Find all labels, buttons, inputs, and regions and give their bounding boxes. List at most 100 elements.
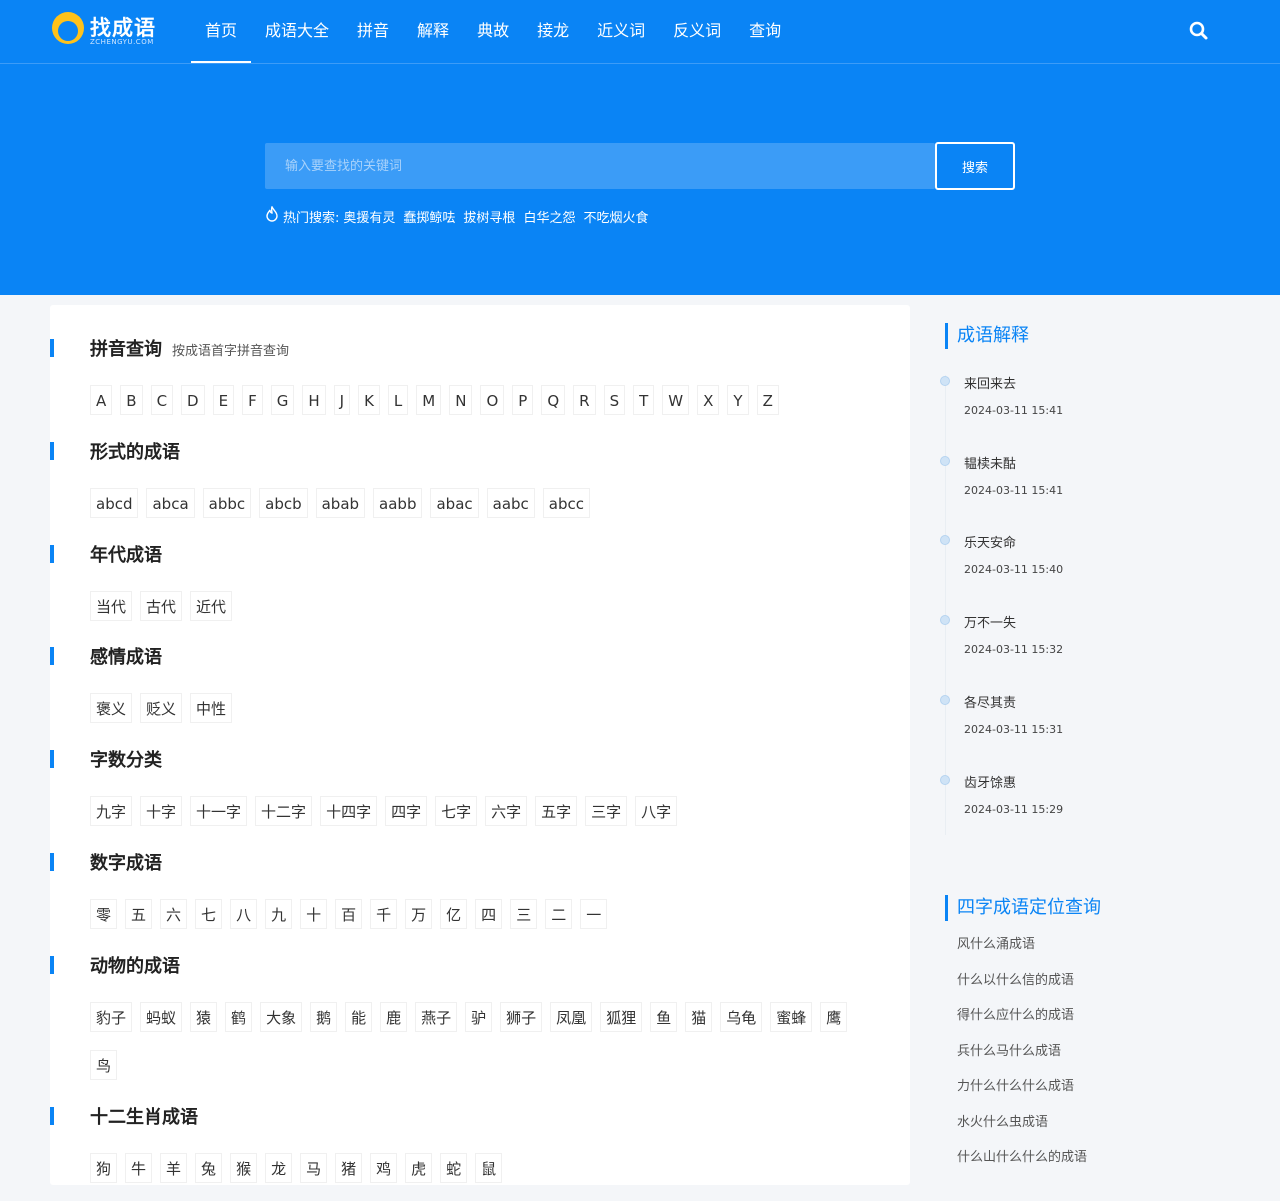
tag-link[interactable]: 近代 [190,591,233,621]
tag-link[interactable]: 五字 [535,796,578,826]
tag-link[interactable]: 贬义 [140,693,183,723]
position-query-link[interactable]: 风什么涌成语 [957,933,1217,969]
tag-link[interactable]: 当代 [90,591,133,621]
tag-link[interactable]: 鹅 [310,1002,338,1032]
timeline-title[interactable]: 各尽其责 [964,692,1016,711]
position-query-link[interactable]: 兵什么马什么成语 [957,1040,1217,1076]
tag-link[interactable]: 鸡 [370,1153,398,1183]
tag-link[interactable]: 十二字 [255,796,313,826]
timeline-title[interactable]: 来回来去 [964,373,1016,392]
tag-link[interactable]: 驴 [465,1002,493,1032]
tag-link[interactable]: 猿 [190,1002,218,1032]
tag-link[interactable]: 鹰 [820,1002,848,1032]
tag-link[interactable]: X [697,385,720,415]
tag-link[interactable]: B [120,385,143,415]
tag-link[interactable]: 八 [230,899,258,929]
tag-link[interactable]: 七字 [435,796,478,826]
nav-chain[interactable]: 接龙 [523,0,583,63]
position-query-link[interactable]: 什么山什么什么的成语 [957,1146,1217,1182]
position-query-link[interactable]: 水火什么虫成语 [957,1111,1217,1147]
tag-link[interactable]: O [480,385,505,415]
position-query-link[interactable]: 得什么应什么的成语 [957,1004,1217,1040]
tag-link[interactable]: E [212,385,235,415]
tag-link[interactable]: W [662,385,690,415]
tag-link[interactable]: 狐狸 [600,1002,643,1032]
tag-link[interactable]: 六字 [485,796,528,826]
timeline-title[interactable]: 万不一失 [964,612,1016,631]
tag-link[interactable]: 马 [300,1153,328,1183]
tag-link[interactable]: L [387,385,409,415]
hot-link[interactable]: 白华之怨 [523,207,575,226]
tag-link[interactable]: 二 [545,899,573,929]
tag-link[interactable]: 燕子 [415,1002,458,1032]
tag-link[interactable]: 八字 [635,796,678,826]
tag-link[interactable]: F [242,385,263,415]
tag-link[interactable]: 三字 [585,796,628,826]
tag-link[interactable]: 十 [300,899,328,929]
tag-link[interactable]: 鸟 [90,1050,118,1080]
tag-link[interactable]: 鹿 [380,1002,408,1032]
tag-link[interactable]: 猪 [335,1153,363,1183]
tag-link[interactable]: 龙 [265,1153,293,1183]
timeline-title[interactable]: 齿牙馀惠 [964,772,1016,791]
tag-link[interactable]: 凤凰 [550,1002,593,1032]
nav-pinyin[interactable]: 拼音 [343,0,403,63]
tag-link[interactable]: 褒义 [90,693,133,723]
nav-allusion[interactable]: 典故 [463,0,523,63]
tag-link[interactable]: 狗 [90,1153,118,1183]
tag-link[interactable]: 九字 [90,796,133,826]
tag-link[interactable]: C [150,385,174,415]
tag-link[interactable]: 六 [160,899,188,929]
tag-link[interactable]: P [512,385,534,415]
tag-link[interactable]: 虎 [405,1153,433,1183]
site-logo[interactable]: 找成语 ZCHENGYU.COM [52,12,162,50]
tag-link[interactable]: Q [541,385,566,415]
tag-link[interactable]: 猴 [230,1153,258,1183]
tag-link[interactable]: H [302,385,326,415]
nav-synonym[interactable]: 近义词 [583,0,659,63]
timeline-title[interactable]: 乐天安命 [964,532,1016,551]
tag-link[interactable]: M [416,385,442,415]
search-icon[interactable] [1188,20,1210,42]
tag-link[interactable]: abca [146,488,195,518]
nav-explanation[interactable]: 解释 [403,0,463,63]
tag-link[interactable]: N [449,385,473,415]
tag-link[interactable]: abcd [90,488,139,518]
tag-link[interactable]: aabc [486,488,535,518]
tag-link[interactable]: 三 [510,899,538,929]
tag-link[interactable]: 十字 [140,796,183,826]
tag-link[interactable]: 兔 [195,1153,223,1183]
tag-link[interactable]: 鼠 [475,1153,503,1183]
nav-home[interactable]: 首页 [191,0,252,63]
tag-link[interactable]: 牛 [125,1153,153,1183]
tag-link[interactable]: 亿 [440,899,468,929]
tag-link[interactable]: abac [430,488,479,518]
tag-link[interactable]: 能 [345,1002,373,1032]
hot-link[interactable]: 蠢掷鲸呿 [403,207,455,226]
nav-query[interactable]: 查询 [735,0,795,63]
tag-link[interactable]: 乌龟 [720,1002,763,1032]
tag-link[interactable]: G [270,385,295,415]
hot-link[interactable]: 不吃烟火食 [583,207,648,226]
tag-link[interactable]: R [573,385,596,415]
tag-link[interactable]: 七 [195,899,223,929]
tag-link[interactable]: abcb [259,488,308,518]
tag-link[interactable]: 万 [405,899,433,929]
tag-link[interactable]: 中性 [190,693,233,723]
tag-link[interactable]: K [358,385,380,415]
timeline-title[interactable]: 韫椟未酤 [964,453,1016,472]
tag-link[interactable]: 九 [265,899,293,929]
tag-link[interactable]: 羊 [160,1153,188,1183]
position-query-link[interactable]: 什么以什么信的成语 [957,969,1217,1005]
tag-link[interactable]: 百 [335,899,363,929]
tag-link[interactable]: S [603,385,626,415]
tag-link[interactable]: 千 [370,899,398,929]
hot-link[interactable]: 拔树寻根 [463,207,515,226]
tag-link[interactable]: 蜜蜂 [770,1002,813,1032]
hot-link[interactable]: 奥援有灵 [343,207,395,226]
tag-link[interactable]: abcc [542,488,591,518]
tag-link[interactable]: abab [315,488,366,518]
tag-link[interactable]: A [90,385,113,415]
tag-link[interactable]: T [633,385,655,415]
position-query-link[interactable]: 力什么什么什么成语 [957,1075,1217,1111]
